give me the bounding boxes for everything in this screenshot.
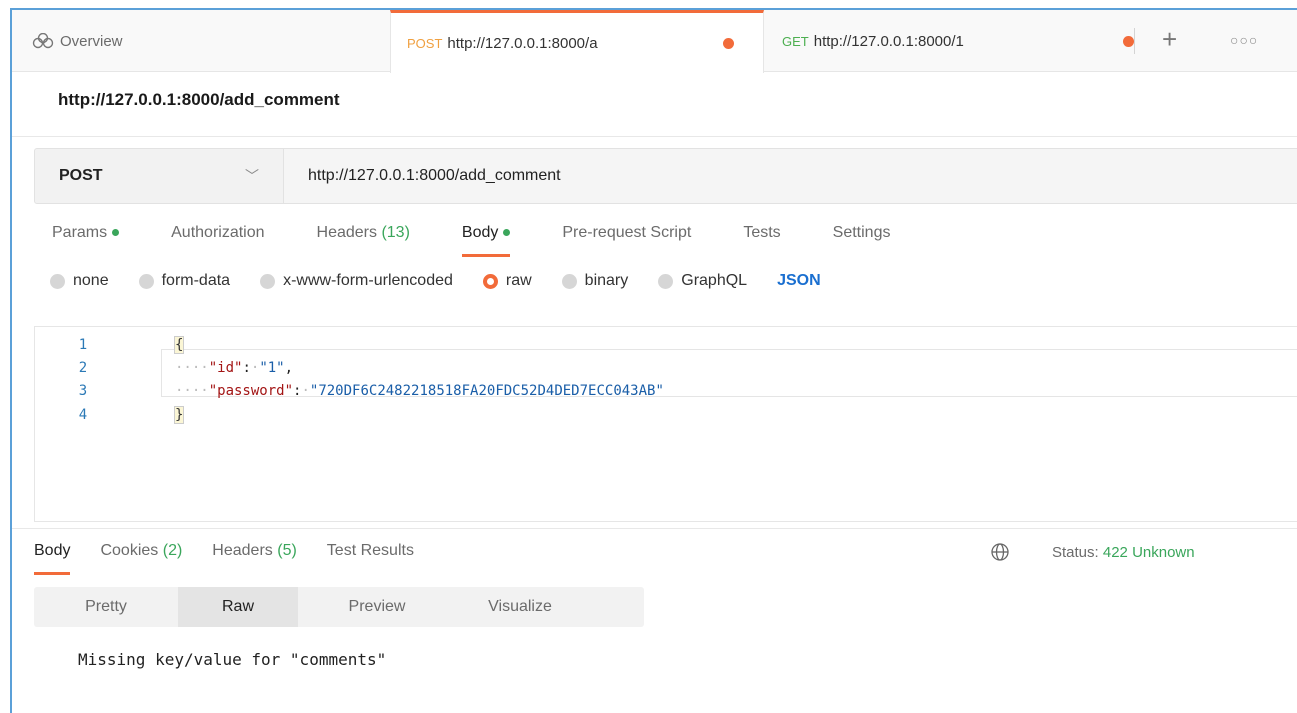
radio-off-icon	[138, 273, 154, 289]
radio-none[interactable]: none	[50, 272, 109, 290]
radio-on-icon	[482, 273, 498, 289]
method-select[interactable]: POST ﹀	[34, 148, 284, 204]
line-number: 4	[78, 407, 88, 423]
active-dot-icon	[503, 229, 511, 237]
more-horizontal-icon[interactable]: ○○○	[1230, 32, 1258, 48]
body-editor[interactable]: 1 2 3 4 { ····"id":·"1", ····"password":…	[34, 326, 1297, 522]
tab-settings[interactable]: Settings	[833, 216, 891, 256]
radio-form-data[interactable]: form-data	[138, 272, 231, 290]
radio-off-icon	[50, 273, 65, 289]
tab-overview-label: Overview	[60, 32, 123, 50]
tab-authorization-label: Authorization	[171, 224, 265, 241]
json-key-password: "password"	[208, 383, 294, 399]
response-tab-test-results[interactable]: Test Results	[327, 542, 414, 560]
open-brace: {	[173, 336, 185, 354]
chevron-down-icon: ﹀	[245, 168, 259, 184]
tab-bar: Overview POST http://127.0.0.1:8000/a GE…	[12, 10, 1297, 73]
tab-overview[interactable]: Overview	[32, 10, 392, 72]
tab-get-request[interactable]: GET http://127.0.0.1:8000/1	[764, 10, 1134, 72]
postman-window: Overview POST http://127.0.0.1:8000/a GE…	[10, 8, 1297, 713]
response-headers-count: (5)	[277, 542, 297, 559]
view-tab-raw[interactable]: Raw	[178, 587, 298, 627]
radio-graphql[interactable]: GraphQL	[658, 272, 747, 290]
url-input[interactable]: http://127.0.0.1:8000/add_comment	[284, 148, 1297, 204]
response-tab-headers[interactable]: Headers (5)	[212, 542, 297, 560]
radio-urlencoded[interactable]: x-www-form-urlencoded	[260, 272, 453, 290]
tab-method-get: GET	[782, 33, 809, 49]
tab-prerequest-script[interactable]: Pre-request Script	[562, 216, 691, 256]
code-line-1: {	[173, 336, 185, 354]
response-tab-test-results-label: Test Results	[326, 542, 414, 559]
tab-body-label: Body	[461, 224, 499, 241]
url-bar: POST ﹀ http://127.0.0.1:8000/add_comment	[34, 148, 1297, 204]
json-value-password: "720DF6C2482218518FA20FDC52D4DED7ECC043A…	[309, 383, 664, 399]
json-key-id: "id"	[208, 360, 243, 376]
radio-graphql-label: GraphQL	[681, 272, 748, 289]
active-dot-icon	[112, 229, 120, 237]
request-title[interactable]: http://127.0.0.1:8000/add_comment	[58, 90, 340, 110]
radio-off-icon	[561, 273, 577, 289]
tab-body[interactable]: Body	[461, 216, 511, 257]
line-number: 3	[78, 383, 88, 399]
tab-url: http://127.0.0.1:8000/a	[447, 34, 598, 52]
response-output: Missing key/value for "comments"	[78, 650, 387, 669]
tab-divider	[1134, 28, 1135, 54]
tab-tests[interactable]: Tests	[743, 216, 780, 256]
overview-icon	[32, 33, 54, 49]
radio-none-label: none	[73, 272, 109, 289]
radio-off-icon	[260, 273, 276, 289]
response-tab-body-label: Body	[34, 542, 71, 559]
line-number: 1	[78, 337, 88, 353]
response-status: Status: 422 Unknown	[1052, 544, 1195, 561]
response-tab-headers-label: Headers	[212, 542, 273, 559]
tab-headers[interactable]: Headers (13)	[317, 216, 410, 256]
tab-url: http://127.0.0.1:8000/1	[813, 32, 964, 50]
code-line-3: ····"password":·"720DF6C2482218518FA20FD…	[175, 383, 664, 399]
radio-raw[interactable]: raw	[482, 272, 532, 290]
tab-settings-label: Settings	[832, 224, 891, 241]
divider	[12, 528, 1297, 529]
status-label: Status:	[1052, 544, 1099, 561]
code-line-2: ····"id":·"1",	[175, 360, 294, 376]
tab-params[interactable]: Params	[52, 216, 120, 256]
globe-icon[interactable]	[990, 542, 1010, 562]
tab-params-label: Params	[52, 224, 108, 241]
code-line-4: }	[173, 406, 185, 424]
divider	[12, 136, 1297, 137]
response-tab-body[interactable]: Body	[34, 542, 71, 575]
cookies-count: (2)	[162, 542, 183, 559]
response-tabs: Body Cookies (2) Headers (5) Test Result…	[34, 542, 444, 575]
plus-icon[interactable]: +	[1162, 24, 1177, 55]
status-value[interactable]: 422 Unknown	[1103, 544, 1195, 561]
radio-raw-label: raw	[505, 272, 532, 289]
tab-method-post: POST	[407, 35, 443, 51]
radio-binary[interactable]: binary	[561, 272, 629, 290]
tab-tests-label: Tests	[743, 224, 781, 241]
format-select[interactable]: JSON	[777, 272, 821, 290]
radio-urlencoded-label: x-www-form-urlencoded	[283, 272, 453, 289]
method-label: POST	[59, 167, 103, 184]
body-type-options: none form-data x-www-form-urlencoded raw…	[50, 272, 851, 290]
tab-headers-label: Headers	[316, 224, 377, 241]
radio-binary-label: binary	[584, 272, 629, 289]
response-tab-cookies[interactable]: Cookies (2)	[100, 542, 182, 560]
response-tab-cookies-label: Cookies	[100, 542, 159, 559]
line-number: 2	[78, 360, 88, 376]
tab-authorization[interactable]: Authorization	[171, 216, 264, 256]
view-tab-visualize[interactable]: Visualize	[456, 587, 584, 627]
tab-prerequest-label: Pre-request Script	[562, 224, 692, 241]
tab-post-add-comment[interactable]: POST http://127.0.0.1:8000/a	[390, 10, 764, 73]
unsaved-dot-icon	[1123, 35, 1134, 47]
headers-count: (13)	[381, 224, 410, 241]
view-tab-preview[interactable]: Preview	[298, 587, 456, 627]
close-brace: }	[173, 406, 185, 424]
radio-form-data-label: form-data	[161, 272, 231, 289]
response-view-tabs: Pretty Raw Preview Visualize	[34, 587, 644, 627]
view-tab-pretty[interactable]: Pretty	[34, 587, 178, 627]
radio-off-icon	[658, 273, 674, 289]
json-value-id: "1"	[259, 360, 285, 376]
unsaved-dot-icon	[723, 37, 735, 49]
request-tabs: Params Authorization Headers (13) Body P…	[52, 216, 942, 257]
